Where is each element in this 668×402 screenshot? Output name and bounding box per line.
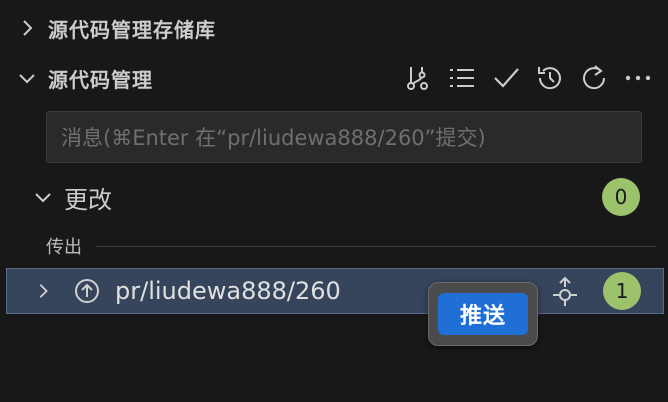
chevron-right-icon[interactable]	[31, 279, 55, 303]
branch-count-badge: 1	[603, 272, 641, 310]
source-control-section-header[interactable]: 源代码管理	[0, 50, 668, 106]
history-icon[interactable]	[530, 58, 570, 98]
changes-group-header[interactable]: 更改 0	[0, 172, 668, 222]
chevron-right-icon	[14, 15, 40, 41]
changes-label: 更改	[64, 185, 112, 214]
refresh-icon[interactable]	[574, 58, 614, 98]
arrow-up-circle-icon	[73, 277, 101, 305]
chevron-down-icon	[14, 65, 40, 91]
branch-name: pr/liudewa888/260	[115, 277, 341, 305]
push-tooltip: 推送	[428, 282, 538, 346]
changes-count-badge: 0	[602, 178, 640, 216]
branch-graph-icon[interactable]	[398, 58, 438, 98]
more-icon[interactable]	[618, 58, 658, 98]
commit-message-placeholder: 消息(⌘Enter 在“pr/liudewa888/260”提交)	[61, 126, 486, 150]
outgoing-branch-row[interactable]: pr/liudewa888/260 1	[6, 268, 664, 314]
source-control-actions	[398, 50, 658, 106]
outgoing-divider	[96, 245, 656, 247]
commit-message-input[interactable]: 消息(⌘Enter 在“pr/liudewa888/260”提交)	[46, 111, 642, 163]
list-icon[interactable]	[442, 58, 482, 98]
source-control-panel: 源代码管理存储库 源代码管理 消息(⌘Enter 在“pr/liudewa888…	[0, 0, 668, 402]
repositories-section-title: 源代码管理存储库	[48, 17, 216, 42]
push-button[interactable]: 推送	[438, 293, 528, 335]
source-control-section-title: 源代码管理	[48, 67, 153, 92]
repositories-section-header[interactable]: 源代码管理存储库	[0, 0, 668, 56]
outgoing-label: 传出	[46, 237, 82, 258]
checkmark-icon[interactable]	[486, 58, 526, 98]
push-icon[interactable]	[545, 272, 585, 312]
outgoing-group-header: 传出	[0, 226, 668, 266]
chevron-down-icon	[30, 184, 56, 210]
